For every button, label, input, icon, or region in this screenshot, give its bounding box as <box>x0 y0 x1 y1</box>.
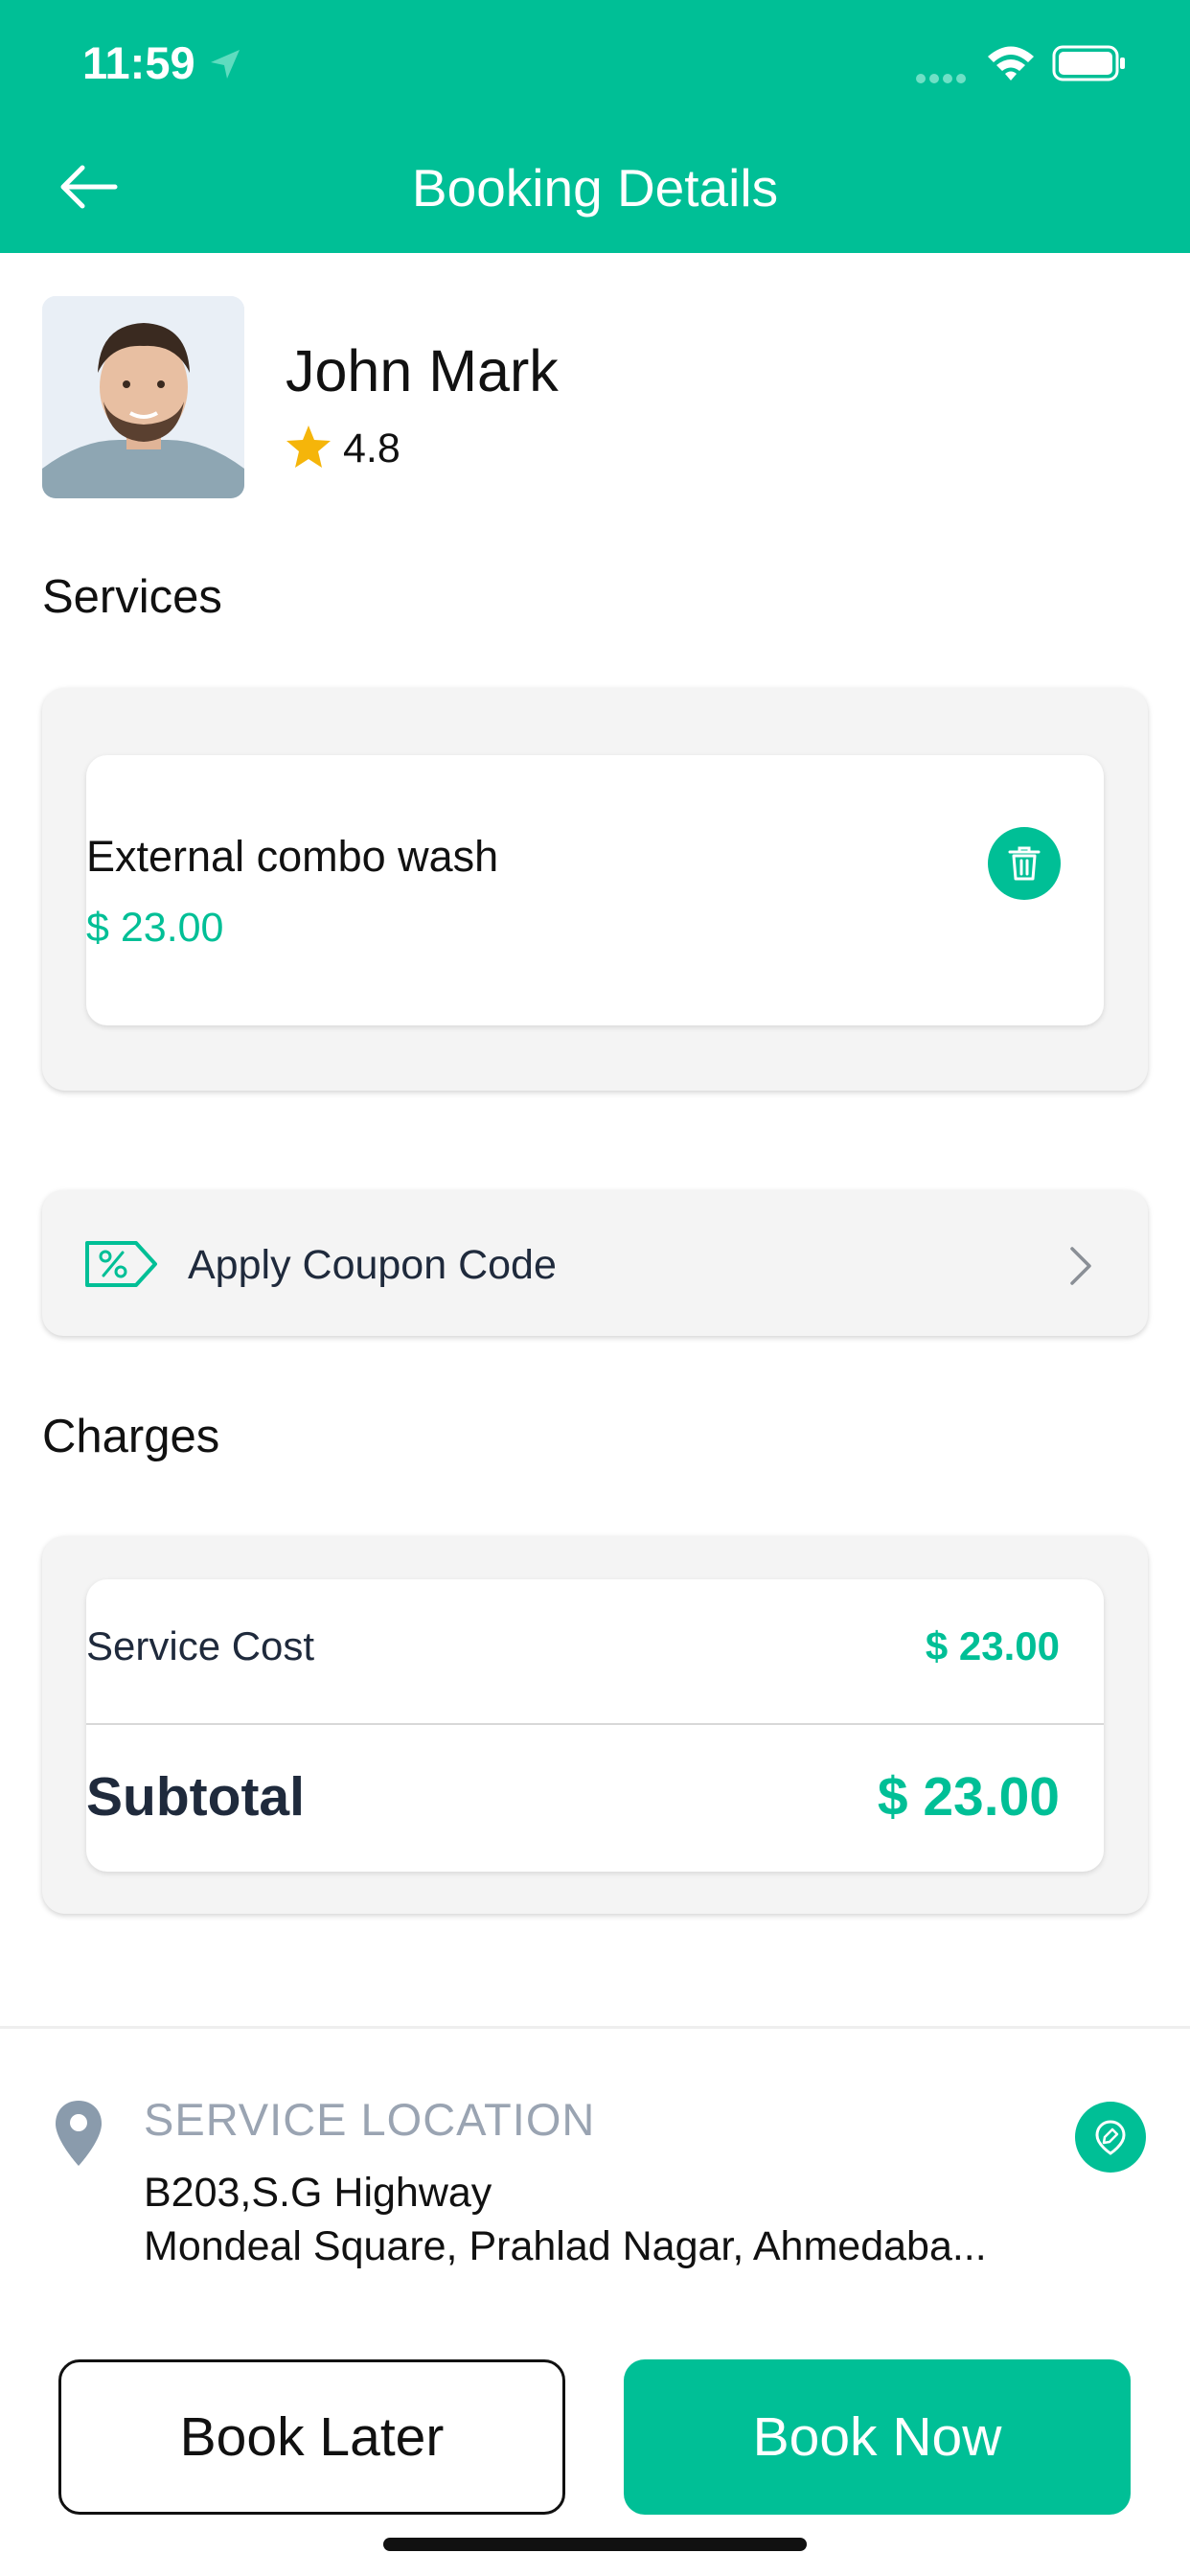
page-title: Booking Details <box>411 158 779 218</box>
wifi-icon <box>988 46 1034 80</box>
charges-divider <box>86 1723 1104 1725</box>
service-name: External combo wash <box>86 832 499 881</box>
service-item <box>86 755 1104 1025</box>
cellular-signal-icon <box>916 74 966 83</box>
address-line-1: B203,S.G Highway <box>144 2170 492 2216</box>
service-cost-value: $ 23.00 <box>925 1623 1060 1668</box>
services-title: Services <box>42 571 222 623</box>
provider-rating: 4.8 <box>343 426 400 472</box>
subtotal-row: Subtotal $ 23.00 <box>86 1765 1060 1828</box>
coupon-tag-icon <box>85 1241 157 1287</box>
edit-location-icon <box>1095 2120 1126 2155</box>
chevron-right-icon <box>1070 1247 1091 1285</box>
subtotal-label: Subtotal <box>86 1766 305 1828</box>
address-line-2: Mondeal Square, Prahlad Nagar, Ahmedaba.… <box>144 2223 987 2269</box>
book-later-button[interactable]: Book Later <box>58 2359 565 2515</box>
subtotal-value: $ 23.00 <box>877 1766 1060 1828</box>
trash-icon <box>1008 846 1041 881</box>
service-price: $ 23.00 <box>86 905 224 951</box>
status-time: 11:59 <box>82 37 195 88</box>
bottom-separator <box>0 2026 1190 2029</box>
coupon-label: Apply Coupon Code <box>188 1242 557 1288</box>
home-indicator <box>383 2538 807 2551</box>
charges-title: Charges <box>42 1411 220 1462</box>
app-header: 11:59 Booking Details <box>0 0 1190 253</box>
book-now-button[interactable]: Book Now <box>624 2359 1131 2515</box>
provider-name: John Mark <box>286 338 559 403</box>
battery-icon <box>1052 45 1125 81</box>
service-cost-row: Service Cost $ 23.00 <box>86 1623 1060 1669</box>
service-location-title: SERVICE LOCATION <box>144 2094 596 2145</box>
service-cost-label: Service Cost <box>86 1623 315 1668</box>
charges-card <box>42 1536 1148 1914</box>
provider-avatar <box>42 296 244 498</box>
location-pin-icon <box>56 2101 102 2166</box>
star-icon <box>286 426 331 468</box>
location-services-icon <box>211 50 240 79</box>
delete-service-button[interactable] <box>988 827 1061 900</box>
services-card <box>42 688 1148 1091</box>
change-location-button[interactable] <box>1075 2102 1146 2173</box>
